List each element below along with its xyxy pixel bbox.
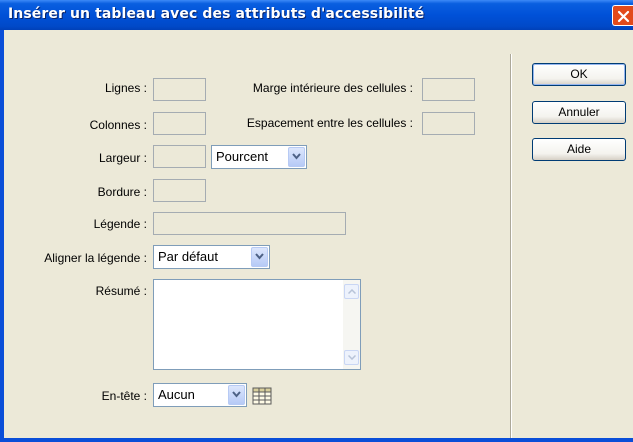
- header-select[interactable]: Aucun: [153, 383, 247, 407]
- close-button[interactable]: [612, 5, 633, 26]
- width-unit-value: Pourcent: [216, 149, 269, 164]
- border-input[interactable]: [153, 179, 206, 202]
- table-icon[interactable]: [252, 387, 272, 405]
- scroll-up-button[interactable]: [344, 284, 359, 299]
- caption-label: Légende :: [93, 217, 147, 231]
- cellspacing-input[interactable]: [422, 112, 475, 135]
- caption-align-value: Par défaut: [158, 249, 218, 264]
- summary-textarea[interactable]: [153, 279, 361, 370]
- header-label: En-tête :: [101, 389, 147, 403]
- border-label: Bordure :: [97, 185, 147, 199]
- summary-label: Résumé :: [95, 284, 147, 298]
- columns-label: Colonnes :: [89, 118, 147, 132]
- caption-align-dropdown-button[interactable]: [251, 247, 268, 267]
- rows-label: Lignes :: [104, 81, 147, 95]
- summary-scrollbar[interactable]: [343, 280, 360, 369]
- title-bar[interactable]: Insérer un tableau avec des attributs d'…: [0, 0, 633, 30]
- cellpadding-input[interactable]: [422, 78, 475, 101]
- scroll-down-button[interactable]: [344, 350, 359, 365]
- chevron-down-icon: [255, 253, 264, 260]
- caption-align-select[interactable]: Par défaut: [153, 245, 270, 269]
- window-frame-left: [0, 30, 4, 442]
- cancel-button[interactable]: Annuler: [532, 101, 626, 124]
- window-frame-bottom: [0, 438, 633, 442]
- header-value: Aucun: [158, 387, 195, 402]
- width-input[interactable]: [153, 145, 206, 168]
- window-title: Insérer un tableau avec des attributs d'…: [8, 6, 425, 22]
- ok-button[interactable]: OK: [532, 63, 626, 86]
- caption-align-label: Aligner la légende :: [44, 251, 147, 265]
- rows-input[interactable]: [153, 78, 206, 101]
- arrow-up-icon: [348, 289, 356, 294]
- cellpadding-label: Marge intérieure des cellules :: [252, 81, 413, 95]
- arrow-down-icon: [348, 355, 356, 360]
- columns-input[interactable]: [153, 112, 206, 135]
- header-dropdown-button[interactable]: [228, 385, 245, 405]
- help-button[interactable]: Aide: [532, 138, 626, 161]
- width-unit-dropdown-button[interactable]: [288, 147, 305, 167]
- caption-input[interactable]: [153, 212, 346, 235]
- cellspacing-label: Espacement entre les cellules :: [246, 116, 413, 130]
- chevron-down-icon: [292, 153, 301, 160]
- close-icon: [617, 10, 630, 23]
- width-label: Largeur :: [98, 151, 147, 165]
- width-unit-select[interactable]: Pourcent: [211, 145, 307, 169]
- vertical-separator: [510, 54, 511, 438]
- chevron-down-icon: [232, 391, 241, 398]
